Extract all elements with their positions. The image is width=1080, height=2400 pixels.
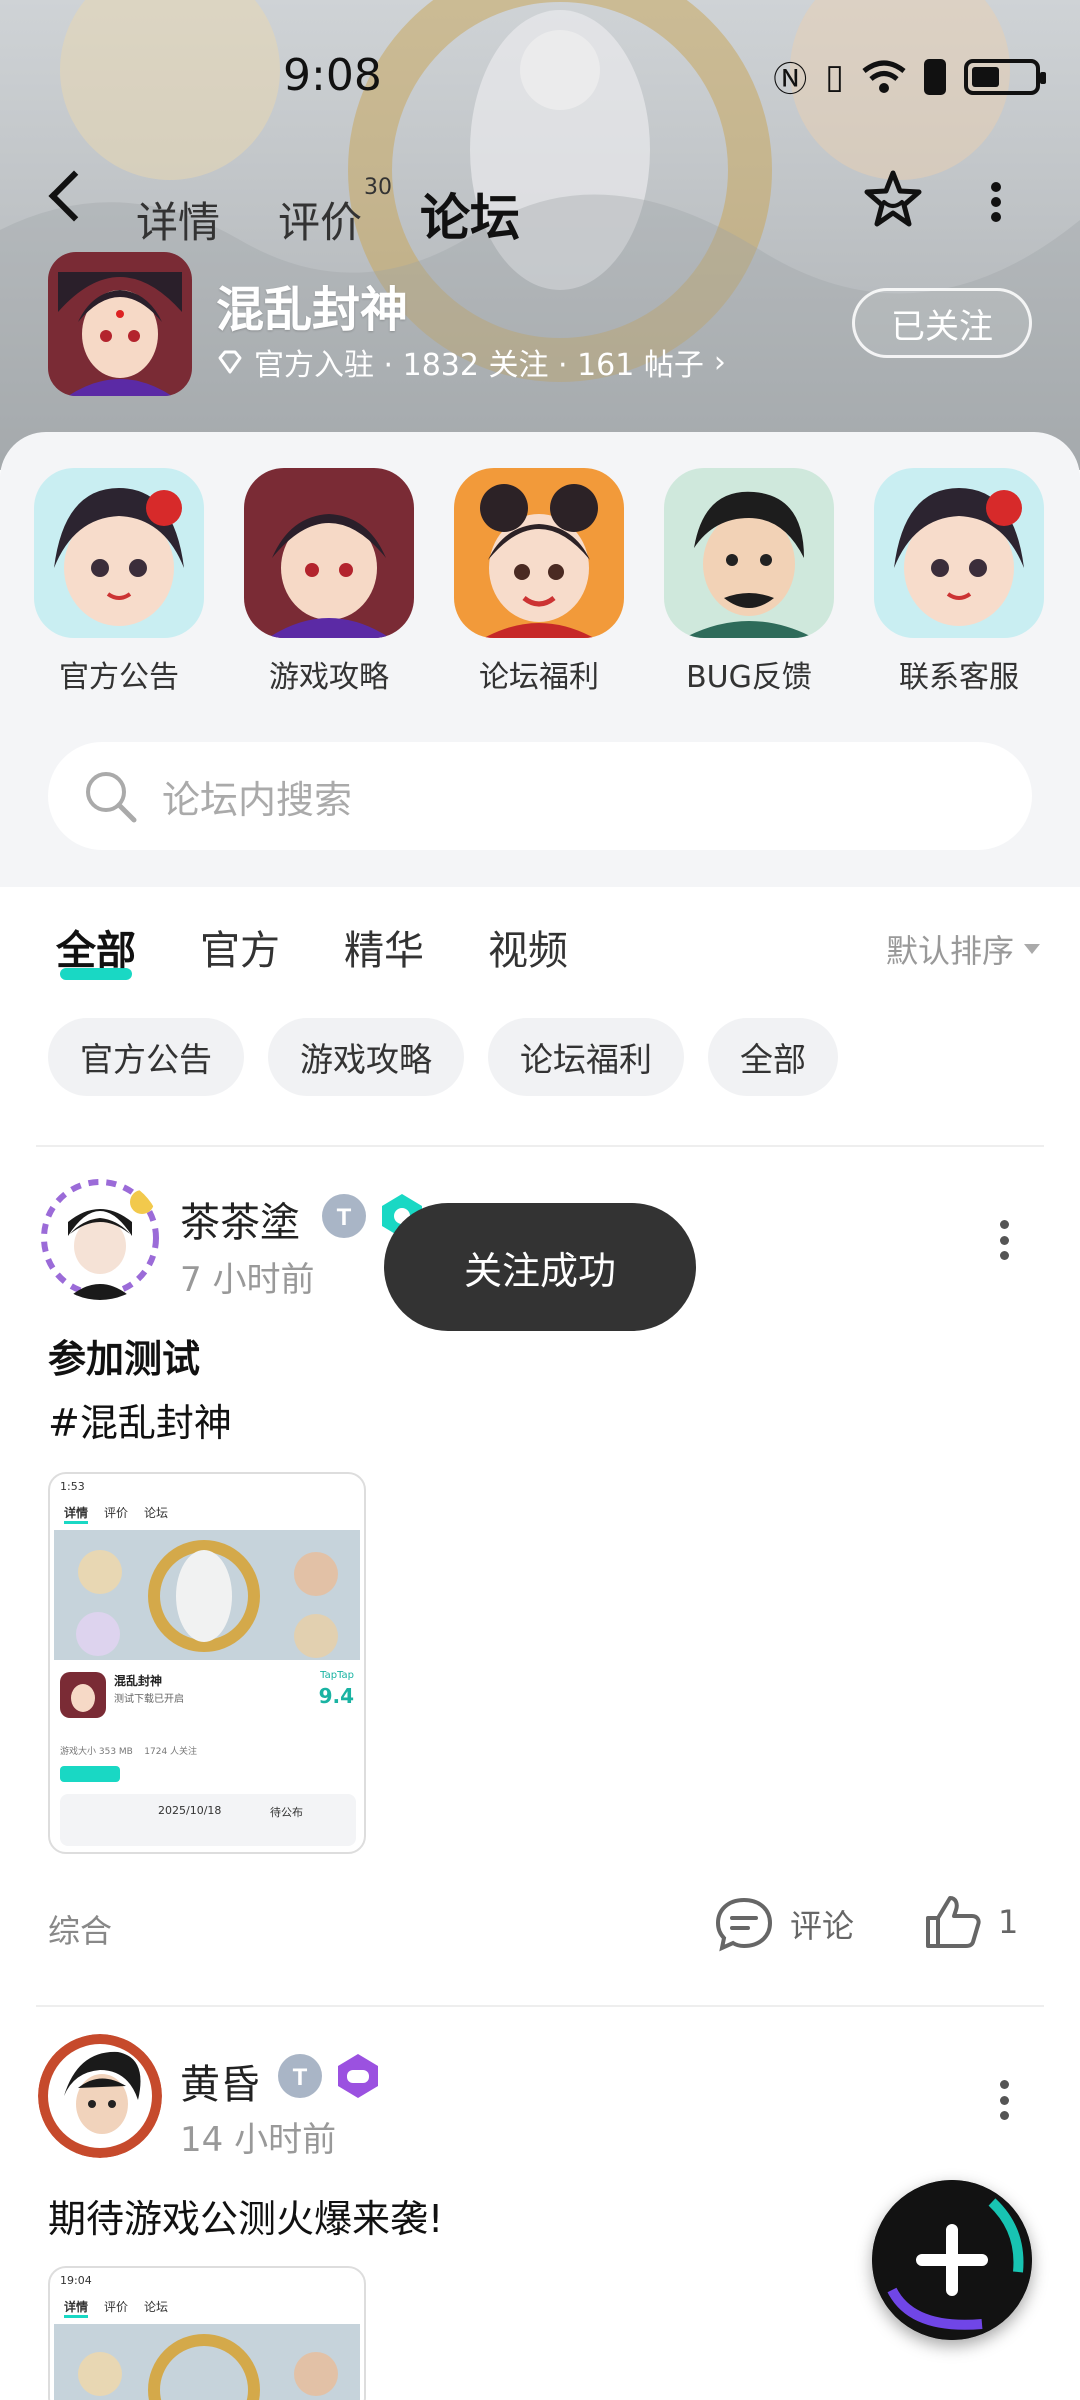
welfare-icon [454, 468, 624, 638]
tab-forum[interactable]: 论坛 [420, 178, 521, 250]
battery-icon [964, 58, 1046, 95]
guides-icon [244, 468, 414, 638]
comment-button[interactable]: 评论 [714, 1896, 854, 1952]
category-customer-service[interactable]: 联系客服 [854, 468, 1064, 696]
chip-welfare[interactable]: 论坛福利 [488, 1018, 684, 1096]
level-badge-icon: T [278, 2054, 322, 2098]
like-count: 1 [998, 1903, 1019, 1941]
tab-featured[interactable]: 精华 [344, 918, 424, 976]
top-tabs: 详情 评价 30 论坛 [136, 175, 521, 250]
post-time: 14 小时前 [180, 2120, 337, 2160]
post-screenshot[interactable]: 19:04 详情 评价 论坛 [48, 2266, 366, 2400]
author-name[interactable]: 黄昏 [180, 2052, 260, 2110]
screenshot-banner [54, 1530, 360, 1660]
category-panel: 官方公告 游戏攻略 论坛福利 BUG反馈 联系客服 论坛内搜索 [0, 432, 1080, 887]
bug-report-icon [664, 468, 834, 638]
review-count: 30 [364, 175, 393, 200]
status-time: 9:08 [283, 50, 382, 101]
sub-category-chips: 官方公告 游戏攻略 论坛福利 全部 [48, 1018, 838, 1096]
post-body[interactable]: #混乱封神 [48, 1392, 232, 1447]
category-row: 官方公告 游戏攻略 论坛福利 BUG反馈 联系客服 [0, 468, 1080, 696]
tab-details[interactable]: 详情 [136, 189, 220, 250]
tab-all[interactable]: 全部 [56, 918, 136, 980]
divider [36, 2005, 1044, 2007]
tab-video[interactable]: 视频 [488, 918, 568, 976]
status-icons: Ⓝ ▯ [773, 52, 1046, 101]
diamond-icon [218, 350, 242, 374]
customer-service-icon [874, 468, 1044, 638]
svg-text:T: T [293, 2064, 308, 2091]
forum-header: 9:08 Ⓝ ▯ 详情 评价 30 论坛 混乱封神 官方入驻 · 1832 关注 … [0, 0, 1080, 470]
chip-announcements[interactable]: 官方公告 [48, 1018, 244, 1096]
chevron-right-icon: › [713, 344, 726, 380]
screenshot-tabs: 详情 评价 论坛 [64, 1504, 168, 1524]
post-tag[interactable]: 综合 [48, 1906, 112, 1952]
level-badge-icon: T [322, 1194, 366, 1238]
avatar[interactable] [38, 1176, 162, 1300]
create-post-button[interactable] [872, 2180, 1032, 2340]
search-placeholder: 论坛内搜索 [162, 777, 353, 822]
game-title: 混乱封神 [216, 282, 409, 338]
chip-guides[interactable]: 游戏攻略 [268, 1018, 464, 1096]
alert-icon [924, 58, 946, 95]
toast-message: 关注成功 [384, 1203, 696, 1331]
screenshot-game-icon [60, 1672, 106, 1718]
divider [36, 1145, 1044, 1147]
screenshot-banner [54, 2324, 360, 2400]
game-meta-text: 官方入驻 · 1832 关注 · 161 帖子 [254, 348, 704, 383]
like-button[interactable]: 1 [924, 1894, 1018, 1950]
vibrate-icon: ▯ [825, 56, 844, 97]
following-button[interactable]: 已关注 [852, 288, 1032, 358]
filter-tabs: 全部 官方 精华 视频 默认排序 [0, 890, 1080, 1010]
chip-all[interactable]: 全部 [708, 1018, 838, 1096]
category-bug-report[interactable]: BUG反馈 [644, 468, 854, 696]
wifi-icon [862, 60, 906, 93]
dropdown-triangle-icon [1024, 944, 1040, 954]
forum-search-bar[interactable]: 论坛内搜索 [48, 742, 1032, 850]
nfc-icon: Ⓝ [773, 60, 808, 100]
avatar[interactable] [38, 2034, 162, 2158]
post-more-icon[interactable] [1000, 1220, 1010, 1260]
game-icon[interactable] [48, 252, 192, 396]
thumbs-up-icon [926, 1896, 981, 1948]
tab-official[interactable]: 官方 [200, 918, 280, 976]
search-icon [86, 772, 137, 823]
post-screenshot[interactable]: 1:53 详情 评价 论坛 混乱封神 测试下载已开启 TapTap 9.4 游戏… [48, 1472, 366, 1854]
game-meta[interactable]: 官方入驻 · 1832 关注 · 161 帖子 › [216, 340, 726, 384]
post-time: 7 小时前 [180, 1260, 315, 1300]
category-guides[interactable]: 游戏攻略 [224, 468, 434, 696]
category-announcements[interactable]: 官方公告 [14, 468, 224, 696]
gamepad-badge-icon [338, 2054, 378, 2098]
post-more-icon[interactable] [1000, 2080, 1010, 2120]
favorite-star-icon[interactable] [862, 168, 924, 230]
author-name[interactable]: 茶茶塗 [180, 1190, 300, 1248]
category-welfare[interactable]: 论坛福利 [434, 468, 644, 696]
post-body[interactable]: 期待游戏公测火爆来袭! [48, 2188, 443, 2243]
more-menu-icon[interactable] [990, 182, 1002, 222]
svg-text:T: T [337, 1204, 352, 1231]
tab-reviews[interactable]: 评价 30 [278, 175, 392, 250]
comment-icon [715, 1897, 773, 1952]
post-title: 参加测试 [48, 1337, 201, 1381]
sort-dropdown[interactable]: 默认排序 [886, 926, 1040, 972]
announcements-icon [34, 468, 204, 638]
screenshot-tabs: 详情 评价 论坛 [64, 2298, 168, 2318]
